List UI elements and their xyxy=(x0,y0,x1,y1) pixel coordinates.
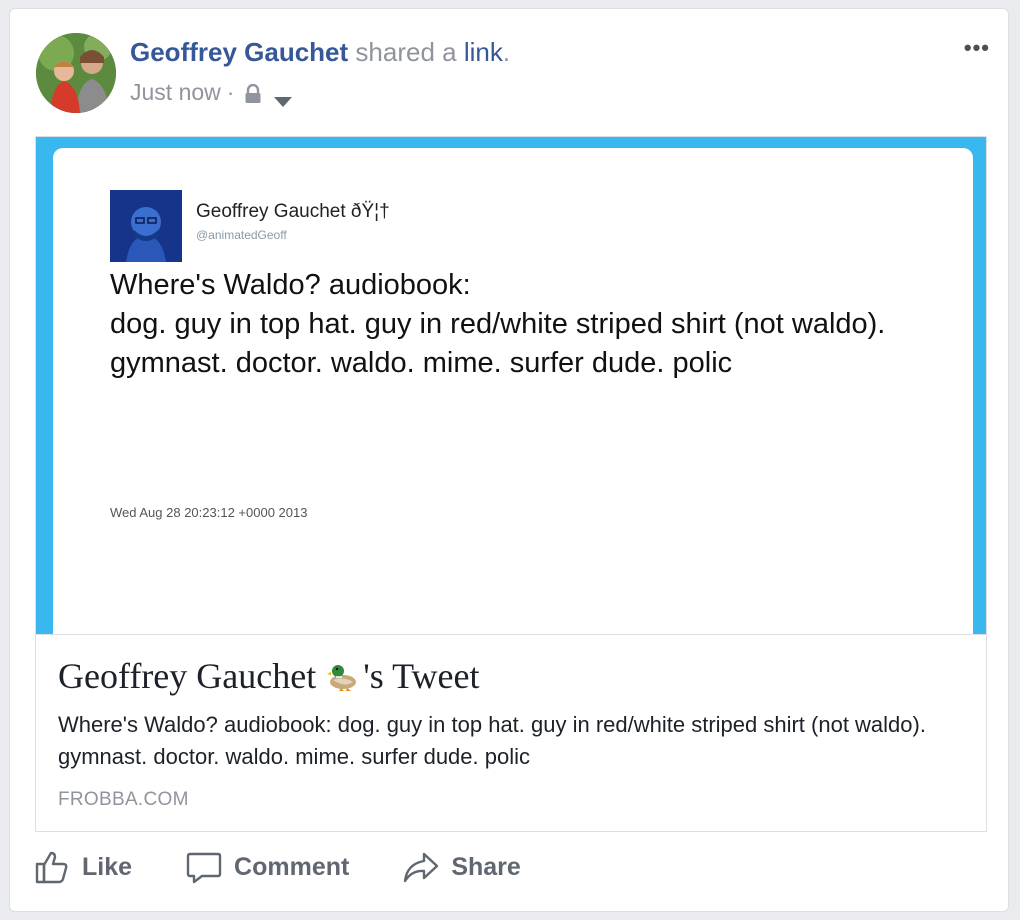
duck-icon xyxy=(327,659,361,691)
like-button[interactable]: Like xyxy=(34,849,132,885)
tweet-date: Wed Aug 28 20:23:12 +0000 2013 xyxy=(110,505,308,520)
tweet-card: Geoffrey Gauchet ðŸ¦† @animatedGeoff Whe… xyxy=(53,148,973,634)
caret-down-icon[interactable] xyxy=(274,87,293,107)
tweet-text-line-2: dog. guy in top hat. guy in red/white st… xyxy=(110,308,886,379)
comment-button[interactable]: Comment xyxy=(186,849,349,885)
link-preview-info[interactable]: Geoffrey Gauchet 's Tweet Where's Waldo?… xyxy=(36,634,986,831)
comment-label: Comment xyxy=(234,852,350,881)
tweet-handle: @animatedGeoff xyxy=(196,228,287,242)
link-title-suffix: 's Tweet xyxy=(363,656,480,696)
meta-separator: · xyxy=(226,79,235,105)
author-avatar[interactable] xyxy=(36,33,116,113)
feed-post: Geoffrey Gauchet shared a link. Just now… xyxy=(9,8,1009,912)
post-actions: Like Comment Share xyxy=(34,849,575,885)
lock-icon xyxy=(244,83,262,103)
link-title: Geoffrey Gauchet 's Tweet xyxy=(58,655,480,697)
link-description: Where's Waldo? audiobook: dog. guy in to… xyxy=(58,712,926,769)
share-label: Share xyxy=(451,852,521,881)
link-domain: FROBBA.COM xyxy=(58,789,189,810)
author-name-link[interactable]: Geoffrey Gauchet xyxy=(130,37,348,67)
comment-icon xyxy=(186,852,222,884)
link-attachment[interactable]: Geoffrey Gauchet ðŸ¦† @animatedGeoff Whe… xyxy=(35,136,987,832)
share-button[interactable]: Share xyxy=(403,849,521,885)
like-label: Like xyxy=(82,852,133,881)
tweet-avatar xyxy=(110,190,182,262)
link-title-name: Geoffrey Gauchet xyxy=(58,656,326,696)
share-icon xyxy=(404,852,439,883)
post-meta: Just now · xyxy=(130,79,293,107)
link-word[interactable]: link xyxy=(464,37,503,67)
post-header: Geoffrey Gauchet shared a link. xyxy=(130,37,510,68)
more-options-icon[interactable]: ••• xyxy=(964,35,990,61)
header-period: . xyxy=(502,37,511,67)
tweet-author-name: Geoffrey Gauchet ðŸ¦† xyxy=(196,201,390,222)
shared-text: shared a xyxy=(355,37,457,67)
timestamp[interactable]: Just now xyxy=(130,79,221,106)
like-icon xyxy=(35,851,68,884)
tweet-text-line-1: Where's Waldo? audiobook: xyxy=(110,269,471,301)
tweet-text: Where's Waldo? audiobook: dog. guy in to… xyxy=(110,266,970,383)
tweet-image[interactable]: Geoffrey Gauchet ðŸ¦† @animatedGeoff Whe… xyxy=(36,137,986,634)
